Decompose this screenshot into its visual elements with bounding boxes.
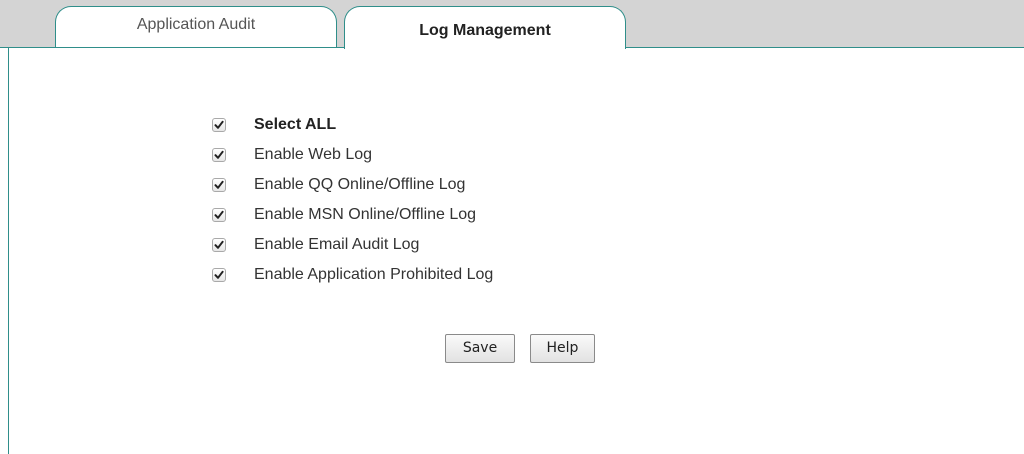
tab-log-management[interactable]: Log Management	[344, 6, 626, 49]
checkmark-icon	[214, 180, 224, 189]
checkmark-icon	[214, 240, 224, 249]
web-log-label: Enable Web Log	[254, 146, 373, 163]
option-msn-log: Enable MSN Online/Offline Log	[212, 205, 632, 227]
email-audit-log-checkbox[interactable]	[212, 238, 226, 252]
select-all-label: Select ALL	[254, 116, 337, 133]
qq-log-checkbox[interactable]	[212, 178, 226, 192]
option-email-audit-log: Enable Email Audit Log	[212, 235, 632, 257]
qq-log-label: Enable QQ Online/Offline Log	[254, 176, 466, 193]
application-prohibited-log-checkbox[interactable]	[212, 268, 226, 282]
content-left-border	[8, 47, 9, 454]
option-select-all: Select ALL	[212, 115, 632, 137]
save-button[interactable]: Save	[445, 334, 515, 363]
email-audit-log-label: Enable Email Audit Log	[254, 236, 420, 253]
tab-label: Application Audit	[136, 16, 256, 33]
tab-label: Log Management	[419, 22, 551, 39]
checkmark-icon	[214, 210, 224, 219]
checkmark-icon	[214, 270, 224, 279]
select-all-checkbox[interactable]	[212, 118, 226, 132]
option-web-log: Enable Web Log	[212, 145, 632, 167]
web-log-checkbox[interactable]	[212, 148, 226, 162]
checkmark-icon	[214, 150, 224, 159]
option-qq-log: Enable QQ Online/Offline Log	[212, 175, 632, 197]
log-management-page: Application Audit Log Management Select …	[0, 0, 1024, 454]
msn-log-checkbox[interactable]	[212, 208, 226, 222]
application-prohibited-log-label: Enable Application Prohibited Log	[254, 266, 494, 283]
msn-log-label: Enable MSN Online/Offline Log	[254, 206, 477, 223]
option-application-prohibited-log: Enable Application Prohibited Log	[212, 265, 632, 287]
tab-application-audit[interactable]: Application Audit	[55, 6, 337, 47]
checkmark-icon	[214, 120, 224, 129]
help-button[interactable]: Help	[530, 334, 595, 363]
